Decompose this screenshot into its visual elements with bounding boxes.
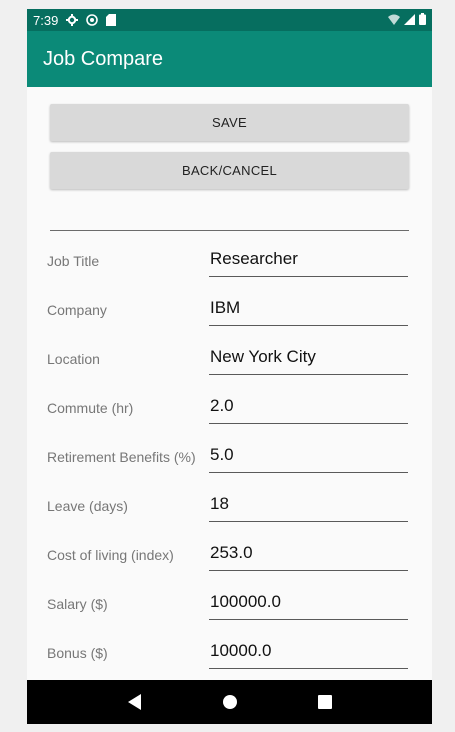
retirement-benefits-label: Retirement Benefits (%) <box>47 449 196 465</box>
company-field[interactable]: IBM <box>209 296 408 326</box>
commute-label: Commute (hr) <box>47 400 134 416</box>
salary-field[interactable]: 100000.0 <box>209 590 408 620</box>
form-row-company: Company IBM <box>27 296 432 326</box>
location-label: Location <box>47 351 100 367</box>
home-icon[interactable] <box>218 690 242 714</box>
leave-label: Leave (days) <box>47 498 128 514</box>
form-row-bonus: Bonus ($) 10000.0 <box>27 639 432 669</box>
sd-card-icon <box>106 14 117 26</box>
app-bar: Job Compare <box>27 31 432 87</box>
cost-of-living-label: Cost of living (index) <box>47 547 174 563</box>
salary-label: Salary ($) <box>47 596 108 612</box>
back-cancel-button[interactable]: BACK/CANCEL <box>50 152 409 189</box>
job-title-label: Job Title <box>47 253 100 269</box>
status-right-icons <box>388 12 426 28</box>
bonus-field[interactable]: 10000.0 <box>209 639 408 669</box>
navigation-bar <box>27 680 432 724</box>
commute-field[interactable]: 2.0 <box>209 394 408 424</box>
app-title: Job Compare <box>43 47 164 70</box>
retirement-benefits-field[interactable]: 5.0 <box>209 443 408 473</box>
battery-icon <box>419 12 426 28</box>
form-row-location: Location New York City <box>27 345 432 375</box>
status-time: 7:39 <box>33 12 59 28</box>
form-content: SAVE BACK/CANCEL Job Title Researcher Co… <box>27 87 432 680</box>
leave-field[interactable]: 18 <box>209 492 408 522</box>
signal-icon <box>404 13 415 28</box>
wifi-icon <box>388 13 400 28</box>
divider <box>50 230 409 231</box>
form-row-cost-of-living: Cost of living (index) 253.0 <box>27 541 432 571</box>
form-row-retirement: Retirement Benefits (%) 5.0 <box>27 443 432 473</box>
bonus-label: Bonus ($) <box>47 645 108 661</box>
gear-icon <box>66 14 79 26</box>
form-row-commute: Commute (hr) 2.0 <box>27 394 432 424</box>
phone-screen: 7:39 Job Compare SAVE BACK/CANCEL Job Ti… <box>27 9 432 724</box>
form-row-leave: Leave (days) 18 <box>27 492 432 522</box>
back-icon[interactable] <box>123 690 147 714</box>
cost-of-living-field[interactable]: 253.0 <box>209 541 408 571</box>
form-row-salary: Salary ($) 100000.0 <box>27 590 432 620</box>
job-title-field[interactable]: Researcher <box>209 247 408 277</box>
form-row-job-title: Job Title Researcher <box>27 247 432 277</box>
status-bar: 7:39 <box>27 9 432 31</box>
location-field[interactable]: New York City <box>209 345 408 375</box>
save-button[interactable]: SAVE <box>50 104 409 141</box>
recents-icon[interactable] <box>313 690 337 714</box>
at-icon <box>86 14 99 26</box>
company-label: Company <box>47 302 107 318</box>
